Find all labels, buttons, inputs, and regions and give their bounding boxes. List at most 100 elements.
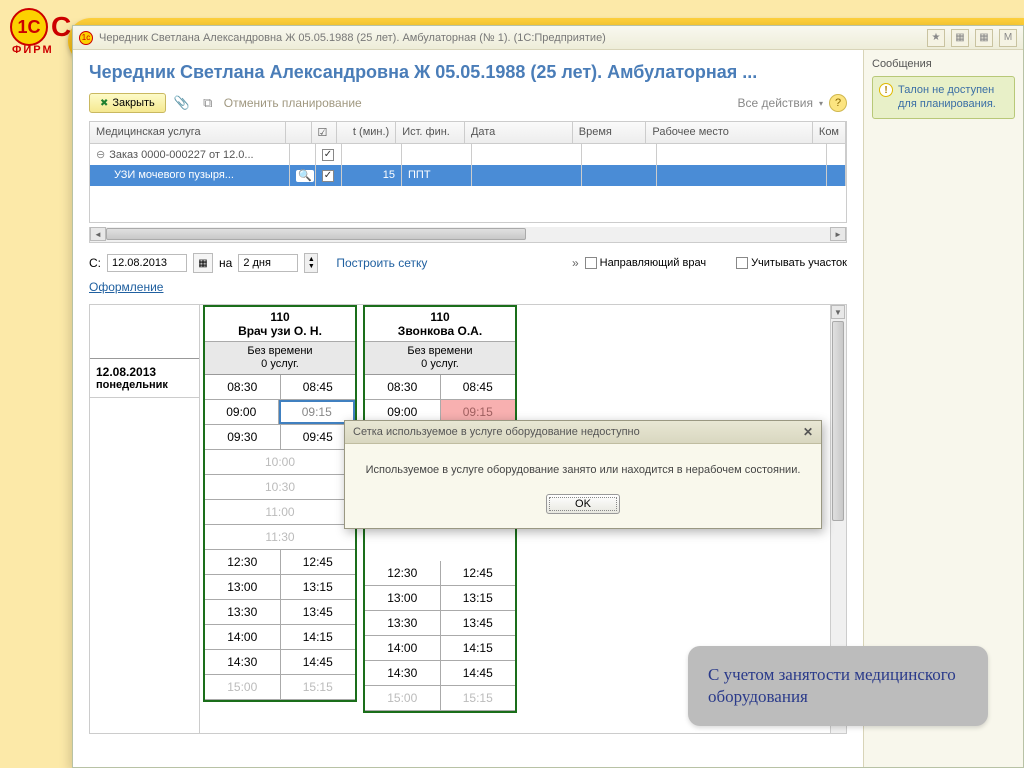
period-input[interactable] [238, 254, 298, 272]
attach-icon[interactable]: 📎 [172, 93, 192, 113]
page-title: Чередник Светлана Александровна Ж 05.05.… [89, 62, 847, 83]
titlebar-app-icon: 1c [79, 31, 93, 45]
col-place[interactable]: Рабочее место [646, 122, 813, 143]
time-slot[interactable]: 08:45 [281, 375, 356, 399]
checkbox-icon[interactable] [322, 149, 334, 161]
dropdown-icon[interactable]: ▾ [819, 99, 823, 108]
titlebar: 1c Чередник Светлана Александровна Ж 05.… [73, 26, 1023, 50]
time-slot[interactable]: 08:45 [441, 375, 516, 399]
col-chk2[interactable]: ☑ [312, 122, 338, 143]
titlebar-m-icon[interactable]: M [999, 29, 1017, 47]
time-slot[interactable]: 14:00 [205, 625, 281, 649]
dialog-title-text: Сетка используемое в услуге оборудование… [353, 426, 640, 438]
time-slot[interactable]: 12:30 [365, 561, 441, 585]
time-slot[interactable]: 13:45 [441, 611, 516, 635]
time-slot[interactable]: 14:30 [365, 661, 441, 685]
on-label: на [219, 256, 232, 270]
time-slot[interactable]: 12:30 [205, 550, 281, 574]
time-slot[interactable]: 14:45 [441, 661, 516, 685]
dialog-close-icon[interactable]: ✕ [803, 425, 813, 439]
cancel-planning-link[interactable]: Отменить планирование [224, 96, 362, 110]
search-icon[interactable]: 🔍 [296, 170, 314, 182]
grid-row[interactable]: ⊖Заказ 0000-000227 от 12.0... [90, 144, 846, 165]
help-icon[interactable]: ? [829, 94, 847, 112]
scroll-down-icon[interactable]: ▼ [831, 305, 845, 319]
dialog-message: Используемое в услуге оборудование занят… [361, 464, 805, 476]
doctor-subheader: Без времени0 услуг. [365, 342, 515, 375]
time-slot[interactable]: 10:30 [205, 475, 355, 499]
scroll-thumb[interactable] [106, 228, 526, 240]
time-slot[interactable]: 12:45 [441, 561, 516, 585]
col-fin[interactable]: Ист. фин. [396, 122, 465, 143]
time-slot[interactable]: 08:30 [205, 375, 281, 399]
date-input[interactable] [107, 254, 187, 272]
grid-row-selected[interactable]: УЗИ мочевого пузыря... 🔍 15 ППТ [90, 165, 846, 186]
time-slot[interactable]: 15:00 [365, 686, 441, 710]
time-slot[interactable]: 13:30 [365, 611, 441, 635]
all-actions-link[interactable]: Все действия [738, 96, 813, 110]
time-slot[interactable]: 15:15 [441, 686, 516, 710]
time-slot[interactable]: 15:15 [281, 675, 356, 699]
col-date[interactable]: Дата [465, 122, 573, 143]
scroll-thumb-v[interactable] [832, 321, 844, 521]
time-slot[interactable]: 13:00 [205, 575, 281, 599]
message-item[interactable]: ! Талон не доступен для планирования. [872, 76, 1015, 119]
error-dialog: Сетка используемое в услуге оборудование… [344, 420, 822, 529]
dialog-titlebar: Сетка используемое в услуге оборудование… [345, 421, 821, 444]
time-slot[interactable]: 10:00 [205, 450, 355, 474]
titlebar-calc-icon[interactable]: ▦ [951, 29, 969, 47]
col-time[interactable]: Время [573, 122, 647, 143]
time-slot[interactable]: 14:45 [281, 650, 356, 674]
time-slot[interactable]: 14:15 [281, 625, 356, 649]
time-slot[interactable]: 12:45 [281, 550, 356, 574]
time-slot[interactable]: 13:00 [365, 586, 441, 610]
ok-button[interactable]: OK [546, 494, 620, 514]
time-slot[interactable]: 14:30 [205, 650, 281, 674]
time-slot[interactable]: 09:00 [205, 400, 279, 424]
checkbox-icon[interactable] [322, 170, 334, 182]
services-grid: Медицинская услуга ☑ t (мин.) Ист. фин. … [89, 121, 847, 223]
date-cell: 12.08.2013 понедельник [90, 359, 199, 398]
doctor-header: 110 Врач узи О. Н. [205, 307, 355, 342]
app-logo: 1C С [10, 8, 71, 46]
toolbar: Закрыть 📎 ⧉ Отменить планирование Все де… [89, 93, 847, 113]
message-text: Талон не доступен для планирования. [898, 83, 1008, 112]
col-chk1[interactable] [286, 122, 312, 143]
time-slot[interactable]: 11:30 [205, 525, 355, 549]
expand-icon[interactable]: » [572, 256, 579, 270]
period-spinner[interactable]: ▲▼ [304, 253, 318, 273]
time-slot[interactable]: 09:30 [205, 425, 281, 449]
close-button[interactable]: Закрыть [89, 93, 166, 113]
consider-area-check[interactable]: Учитывать участок [736, 257, 847, 269]
calendar-icon[interactable]: ▦ [193, 253, 213, 273]
scroll-right-icon[interactable]: ► [830, 227, 846, 241]
time-slot[interactable]: 14:15 [441, 636, 516, 660]
horizontal-scrollbar[interactable]: ◄ ► [89, 227, 847, 243]
copy-icon[interactable]: ⧉ [198, 93, 218, 113]
grid-header: Медицинская услуга ☑ t (мин.) Ист. фин. … [90, 122, 846, 144]
time-slot[interactable]: 13:15 [441, 586, 516, 610]
scroll-left-icon[interactable]: ◄ [90, 227, 106, 241]
titlebar-fav-icon[interactable]: ★ [927, 29, 945, 47]
time-slot[interactable]: 13:45 [281, 600, 356, 624]
time-slot[interactable]: 11:00 [205, 500, 355, 524]
format-link[interactable]: Оформление [89, 280, 163, 294]
time-slot[interactable]: 13:15 [281, 575, 356, 599]
dialog-body: Используемое в услуге оборудование занят… [345, 444, 821, 528]
time-slot[interactable]: 15:00 [205, 675, 281, 699]
time-slot[interactable]: 13:30 [205, 600, 281, 624]
build-grid-link[interactable]: Построить сетку [336, 256, 427, 270]
doctor-subheader: Без времени0 услуг. [205, 342, 355, 375]
time-slot[interactable]: 14:00 [365, 636, 441, 660]
filter-row: С: ▦ на ▲▼ Построить сетку » Направляющи… [89, 253, 847, 273]
doctor-header: 110 Звонкова О.А. [365, 307, 515, 342]
referring-doctor-check[interactable]: Направляющий врач [585, 257, 706, 269]
col-service[interactable]: Медицинская услуга [90, 122, 286, 143]
col-min[interactable]: t (мин.) [337, 122, 396, 143]
time-slot[interactable]: 08:30 [365, 375, 441, 399]
warning-icon: ! [879, 83, 893, 97]
titlebar-cal-icon[interactable]: ▦ [975, 29, 993, 47]
col-comm[interactable]: Ком [813, 122, 846, 143]
from-label: С: [89, 256, 101, 270]
titlebar-text: Чередник Светлана Александровна Ж 05.05.… [99, 32, 606, 44]
